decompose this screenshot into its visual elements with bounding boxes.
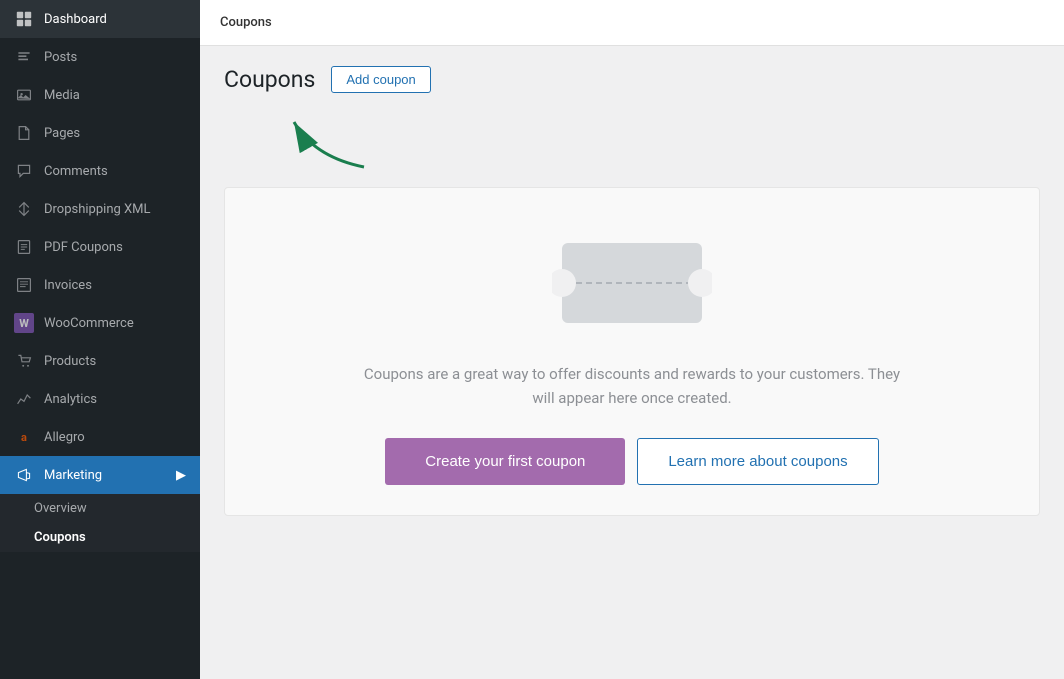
create-first-coupon-button[interactable]: Create your first coupon bbox=[385, 438, 625, 485]
sidebar-subitem-coupons[interactable]: Coupons bbox=[0, 523, 200, 552]
comments-icon bbox=[14, 161, 34, 181]
sidebar-item-marketing[interactable]: Marketing ▶ bbox=[0, 456, 200, 494]
sidebar-item-invoices[interactable]: Invoices bbox=[0, 266, 200, 304]
sidebar-item-label: Dashboard bbox=[44, 12, 107, 27]
woo-icon: W bbox=[14, 313, 34, 333]
sidebar-item-analytics[interactable]: Analytics bbox=[0, 380, 200, 418]
coupon-illustration bbox=[552, 228, 712, 338]
dashboard-icon bbox=[14, 9, 34, 29]
media-icon bbox=[14, 85, 34, 105]
empty-state-actions: Create your first coupon Learn more abou… bbox=[385, 438, 878, 485]
analytics-icon bbox=[14, 389, 34, 409]
empty-state-description: Coupons are a great way to offer discoun… bbox=[352, 362, 912, 410]
sidebar-item-comments[interactable]: Comments bbox=[0, 152, 200, 190]
sidebar-item-media[interactable]: Media bbox=[0, 76, 200, 114]
sidebar-item-woocommerce[interactable]: W WooCommerce bbox=[0, 304, 200, 342]
sidebar-item-label: WooCommerce bbox=[44, 316, 134, 331]
sidebar-item-allegro[interactable]: a Allegro bbox=[0, 418, 200, 456]
sidebar: Dashboard Posts Media Pages Comments Dro… bbox=[0, 0, 200, 679]
topbar-title: Coupons bbox=[220, 15, 272, 30]
page-header: Coupons Add coupon bbox=[224, 66, 1040, 93]
sidebar-item-posts[interactable]: Posts bbox=[0, 38, 200, 76]
content-area: Coupons Add coupon bbox=[200, 46, 1064, 679]
sidebar-subitem-label: Coupons bbox=[34, 530, 86, 545]
sidebar-item-label: Media bbox=[44, 88, 80, 103]
sidebar-item-label: Comments bbox=[44, 164, 108, 179]
sidebar-item-products[interactable]: Products bbox=[0, 342, 200, 380]
sidebar-item-label: Marketing bbox=[44, 468, 102, 483]
arrow-annotation bbox=[224, 117, 1040, 177]
sidebar-item-label: Invoices bbox=[44, 278, 92, 293]
sidebar-item-label: PDF Coupons bbox=[44, 240, 123, 255]
marketing-icon bbox=[14, 465, 34, 485]
page-title: Coupons bbox=[224, 66, 315, 93]
sidebar-subitem-label: Overview bbox=[34, 501, 87, 516]
sidebar-item-label: Analytics bbox=[44, 392, 97, 407]
pages-icon bbox=[14, 123, 34, 143]
invoices-icon bbox=[14, 275, 34, 295]
sidebar-item-label: Products bbox=[44, 354, 96, 369]
arrow-svg bbox=[274, 107, 394, 177]
sidebar-item-dashboard[interactable]: Dashboard bbox=[0, 0, 200, 38]
add-coupon-button[interactable]: Add coupon bbox=[331, 66, 430, 93]
dropshipping-icon bbox=[14, 199, 34, 219]
sidebar-item-pdf-coupons[interactable]: PDF Coupons bbox=[0, 228, 200, 266]
sidebar-item-label: Posts bbox=[44, 50, 77, 65]
sidebar-item-label: Dropshipping XML bbox=[44, 202, 151, 217]
chevron-icon: ▶ bbox=[176, 468, 186, 483]
main-content: Coupons Coupons Add coupon bbox=[200, 0, 1064, 679]
empty-state: Coupons are a great way to offer discoun… bbox=[224, 187, 1040, 516]
allegro-icon: a bbox=[14, 427, 34, 447]
pdf-icon bbox=[14, 237, 34, 257]
sidebar-item-pages[interactable]: Pages bbox=[0, 114, 200, 152]
sidebar-item-dropshipping[interactable]: Dropshipping XML bbox=[0, 190, 200, 228]
sidebar-item-label: Allegro bbox=[44, 430, 85, 445]
posts-icon bbox=[14, 47, 34, 67]
sidebar-sub-menu: Overview Coupons bbox=[0, 494, 200, 552]
products-icon bbox=[14, 351, 34, 371]
topbar: Coupons bbox=[200, 0, 1064, 46]
sidebar-item-label: Pages bbox=[44, 126, 80, 141]
sidebar-subitem-overview[interactable]: Overview bbox=[0, 494, 200, 523]
learn-more-button[interactable]: Learn more about coupons bbox=[637, 438, 878, 485]
